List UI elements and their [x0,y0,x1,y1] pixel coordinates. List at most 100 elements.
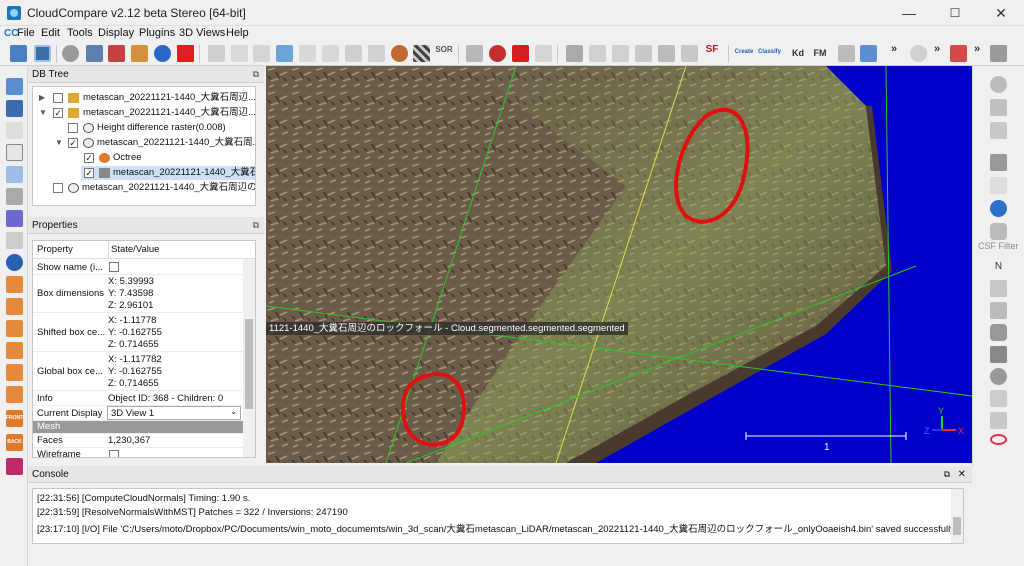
canupo-create-button[interactable]: Create [733,48,755,57]
camera-icon[interactable] [6,100,23,117]
color-scale-icon[interactable] [131,45,148,62]
menu-tools[interactable]: Tools [67,27,93,39]
grid-icon[interactable] [990,122,1007,139]
distance-icon[interactable] [345,45,362,62]
fm-button[interactable]: FM [812,49,828,58]
tree-item-raster[interactable]: Height difference raster(0.008) [33,121,255,135]
expand-arrow-icon[interactable]: ▶ [39,91,45,105]
export-icon[interactable] [860,45,877,62]
view-front-icon[interactable] [6,298,23,315]
arithmetic-icon[interactable] [635,45,652,62]
film-icon[interactable] [990,154,1007,171]
csf-shield-icon[interactable] [990,223,1007,240]
3d-viewport[interactable]: Y X Z [266,66,972,463]
sample-points-icon[interactable] [208,45,225,62]
scissors-icon[interactable] [535,45,552,62]
current-display-select[interactable]: 3D View 1 ⌄ [107,406,241,420]
scrollbar-thumb[interactable] [245,319,253,409]
auto-pivot-icon[interactable] [6,166,23,183]
zoom-icon[interactable] [6,254,23,271]
tree-item-mesh-selected[interactable]: ✓ metascan_20221121-1440_大糞石... [81,166,255,180]
properties-float-button[interactable]: ⧉ [253,217,259,234]
toolbar-more-button-3[interactable]: » [972,44,982,55]
checkerboard-icon[interactable] [413,45,430,62]
zoom-1-1-icon[interactable] [6,122,23,139]
octree-icon[interactable] [276,45,293,62]
visibility-checkbox[interactable]: ✓ [53,108,63,118]
open-icon[interactable] [10,45,27,62]
menu-help[interactable]: Help [226,27,249,39]
console-scrollbar[interactable] [951,489,963,543]
wireframe-checkbox[interactable] [109,450,119,457]
tree-item-cloud[interactable]: ▼ ✓ metascan_20221121-1440_大糞石周... [33,136,255,150]
north-icon[interactable]: N [990,258,1007,275]
point-picking-icon[interactable] [489,45,506,62]
registration-icon[interactable] [299,45,316,62]
subsample-icon[interactable] [231,45,248,62]
view-back-icon[interactable] [6,342,23,359]
list-icon[interactable] [86,45,103,62]
back-view-button[interactable]: BACK [6,434,23,451]
scrollbar-thumb[interactable] [953,517,961,535]
close-button[interactable]: ✕ [978,0,1024,26]
tree-item-root-2[interactable]: ▼ ✓ metascan_20221121-1440_大糞石周辺... [33,106,255,120]
ransac-icon[interactable] [990,346,1007,363]
stereo-icon[interactable] [6,458,23,475]
filter-icon[interactable] [990,99,1007,116]
menu-display[interactable]: Display [98,27,134,39]
add-sf-icon[interactable] [658,45,675,62]
kd-button[interactable]: Kd [790,49,806,58]
visibility-checkbox[interactable]: ✓ [84,153,94,163]
sor-filter-button[interactable]: SOR [435,45,453,54]
label-icon[interactable] [391,45,408,62]
brush-icon[interactable] [990,177,1007,194]
remove-sf-icon[interactable] [681,45,698,62]
pick-point-icon[interactable] [108,45,125,62]
merge-icon[interactable] [154,45,171,62]
tree-item-root-3[interactable]: metascan_20221121-1440_大糞石周辺の... [33,181,255,195]
shield-icon[interactable] [990,324,1007,341]
perspective-icon[interactable] [6,188,23,205]
collapse-arrow-icon[interactable]: ▼ [39,106,47,120]
filter-value-icon[interactable] [589,45,606,62]
menu-plugins[interactable]: Plugins [139,27,175,39]
menu-3d-views[interactable]: 3D Views [179,27,225,39]
menu-file[interactable]: File [17,27,35,39]
m3c2-icon[interactable] [990,302,1007,319]
sf-button[interactable]: SF [703,45,721,55]
print-icon[interactable] [838,45,855,62]
histogram-icon[interactable] [566,45,583,62]
gear-icon[interactable] [910,45,927,62]
view-top-icon[interactable] [6,276,23,293]
city-icon[interactable] [990,45,1007,62]
console-float-button[interactable]: ⧉ [944,466,950,483]
settings-cog-icon[interactable] [990,412,1007,429]
monitor-icon[interactable] [6,78,23,95]
normals-icon[interactable] [253,45,270,62]
cloud-mesh-distance-icon[interactable] [368,45,385,62]
rotation-center-icon[interactable] [6,232,23,249]
menu-edit[interactable]: Edit [41,27,60,39]
collapse-arrow-icon[interactable]: ▼ [55,136,63,150]
icp-icon[interactable] [322,45,339,62]
pcv-icon[interactable] [990,390,1007,407]
view-right-icon[interactable] [6,364,23,381]
properties-scrollbar[interactable] [243,259,255,457]
lights-icon[interactable] [6,210,23,227]
toolbar-more-button[interactable]: » [889,44,899,55]
segment-icon[interactable] [512,45,529,62]
csf-filter-label[interactable]: CSF Filter [978,241,1019,251]
front-view-button[interactable]: FRONT [6,410,23,427]
tree-item-root-1[interactable]: ▶ metascan_20221121-1440_大糞石周辺... [33,91,255,105]
visibility-checkbox[interactable]: ✓ [68,138,78,148]
hexagon-icon[interactable] [990,368,1007,385]
show-name-checkbox[interactable] [109,262,119,272]
cube-icon[interactable] [990,280,1007,297]
delete-icon[interactable] [177,45,194,62]
view-bottom-icon[interactable] [6,386,23,403]
cross-section-icon[interactable] [466,45,483,62]
view-left-icon[interactable] [6,320,23,337]
save-icon[interactable] [34,45,51,62]
tree-item-octree[interactable]: ✓ Octree [33,151,255,165]
minimize-button[interactable]: — [886,0,932,26]
